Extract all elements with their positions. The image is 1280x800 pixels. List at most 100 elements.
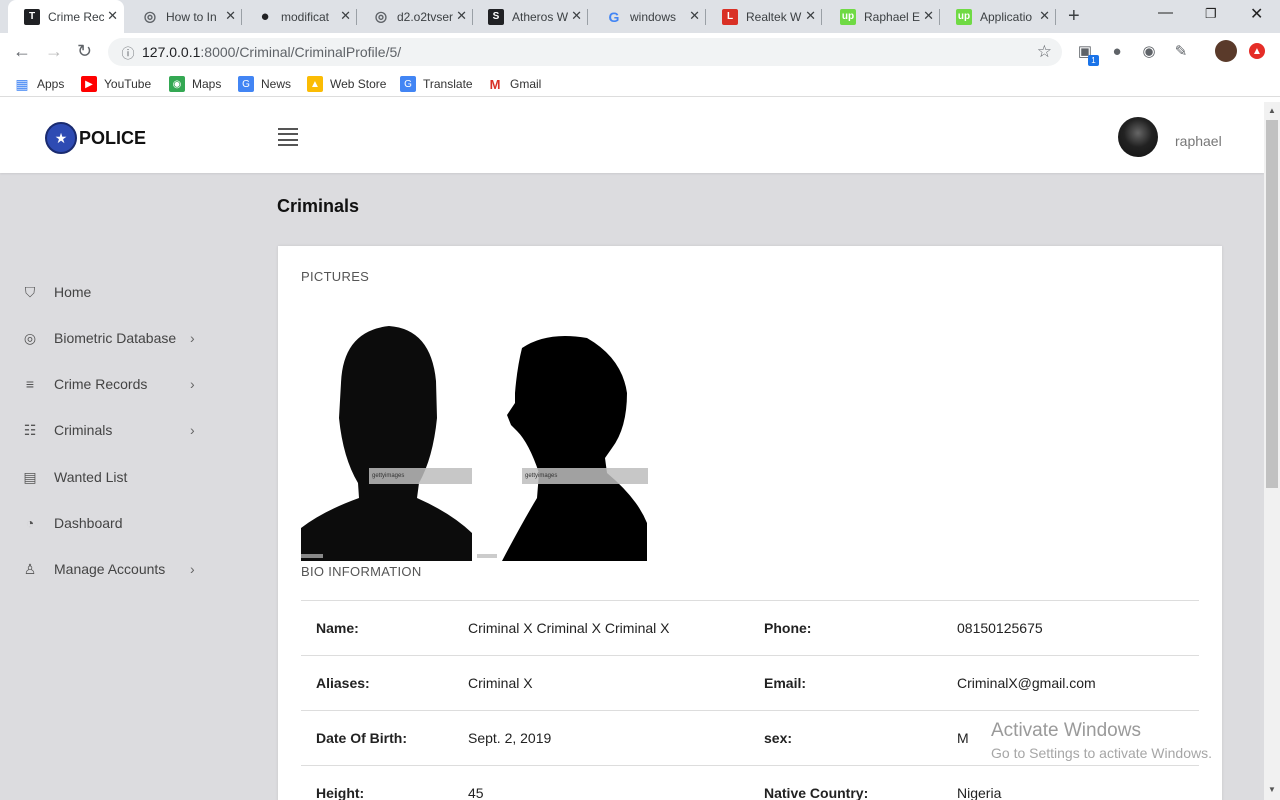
bike-extension-icon[interactable]: ● [1108,42,1126,60]
profile-avatar-icon[interactable] [1215,40,1237,62]
github-icon: ● [260,8,270,25]
sidebar-item-criminals[interactable]: ☷ Criminals › [22,422,222,439]
url-text: 127.0.0.1:8000/Criminal/CriminalProfile/… [142,44,402,60]
sidebar-item-home[interactable]: ⛉ Home [22,284,222,301]
tab-separator [821,9,822,25]
bio-label: Height: [316,785,365,800]
globe-icon: ◎ [374,8,388,24]
browser-tab[interactable]: up Applicatio ✕ [940,0,1056,33]
close-tab-icon[interactable]: ✕ [571,8,582,24]
forward-button[interactable]: → [45,41,63,62]
address-bar[interactable]: ⓘ 127.0.0.1:8000/Criminal/CriminalProfil… [108,38,1062,66]
tab-title: How to In [166,9,217,24]
tab-strip: T Crime Rec ✕ ◎ How to In ✕ ● modificat ✕ ◎ d2.o2t… [0,0,1280,33]
sidebar-item-wanted-list[interactable]: ▤ Wanted List [22,468,222,486]
adblock-extension-icon[interactable]: ▲ [1249,43,1265,59]
reload-button[interactable]: ↻ [77,41,92,62]
tab-title: Atheros W [512,9,568,24]
restore-button[interactable]: ❐ [1205,6,1217,22]
bookmark-youtube[interactable]: ▶ YouTube [81,76,151,92]
new-tab-button[interactable]: + [1068,5,1080,28]
chevron-right-icon: › [190,422,195,438]
globe-icon: ◎ [143,8,157,24]
bookmark-gmail[interactable]: M Gmail [487,76,542,92]
sidebar-item-manage-accounts[interactable]: ♙ Manage Accounts › [22,560,222,578]
bookmark-web-store[interactable]: ▲ Web Store [307,76,386,92]
translate-icon: G [400,76,416,92]
username-label[interactable]: raphael [1175,133,1222,149]
back-button[interactable]: ← [13,41,31,62]
clipboard-icon: ▤ [23,468,37,485]
chevron-right-icon: › [190,330,195,346]
web-store-icon: ▲ [307,76,323,92]
scroll-down-icon[interactable]: ▼ [1268,785,1276,794]
bulb-extension-icon[interactable]: ◉ [1140,42,1158,60]
close-tab-icon[interactable]: ✕ [805,8,816,24]
close-tab-icon[interactable]: ✕ [923,8,934,24]
bio-value: Criminal X Criminal X Criminal X [468,620,670,636]
close-window-button[interactable]: ✕ [1250,4,1263,24]
bio-label: Email: [764,675,807,691]
menu-toggle-icon[interactable] [278,128,298,146]
bookmark-news[interactable]: G News [238,76,291,92]
bio-label: sex: [764,730,793,746]
sidebar-item-label: Dashboard [54,515,123,531]
sidebar-item-crime-records[interactable]: ≡ Crime Records › [22,376,222,392]
tab-title: Applicatio [980,9,1033,24]
bookmark-maps[interactable]: ◉ Maps [169,76,221,92]
gmail-icon: M [489,76,501,92]
bio-label: Aliases: [316,675,370,691]
app-header: ★ POLICE raphael [0,102,1264,173]
bookmark-translate[interactable]: G Translate [400,76,473,92]
bio-value: Nigeria [957,785,1002,800]
news-icon: G [238,76,254,92]
close-tab-icon[interactable]: ✕ [456,8,467,24]
page-scrollbar[interactable]: ▲ ▼ [1264,102,1280,800]
user-avatar[interactable] [1118,117,1158,157]
l-favicon-icon: L [722,8,738,25]
sidebar-item-label: Crime Records [54,376,148,392]
browser-tab[interactable]: ◎ d2.o2tvser ✕ [357,0,473,33]
brand-logo[interactable]: ★ POLICE [45,122,146,154]
tab-separator [1055,9,1056,25]
bio-row: Name: Criminal X Criminal X Criminal X Pho… [301,601,1199,656]
close-tab-icon[interactable]: ✕ [225,8,236,24]
getty-watermark: gettyimages [525,473,557,479]
close-tab-icon[interactable]: ✕ [107,8,118,24]
bio-table: Name: Criminal X Criminal X Criminal X Pho… [301,600,1199,800]
close-tab-icon[interactable]: ✕ [340,8,351,24]
browser-tab[interactable]: ◎ How to In ✕ [126,0,242,33]
profile-card: PICTURES gettyimages gettyimages BIO INF… [278,246,1222,800]
bio-value: 45 [468,785,484,800]
page-viewport: ★ POLICE raphael ⛉ Home ◎ Biometric Databas… [0,102,1264,800]
sidebar-item-biometric-database[interactable]: ◎ Biometric Database › [22,330,222,347]
scroll-thumb[interactable] [1266,120,1278,488]
upwork-icon: up [840,8,856,25]
browser-tab[interactable]: Gwindows ✕ [590,0,706,33]
tab-title: windows [630,9,677,24]
browser-tab[interactable]: up Raphael E ✕ [824,0,940,33]
criminal-profile-photo: gettyimages [477,323,648,561]
bookmark-star-icon[interactable]: ☆ [1037,42,1052,62]
browser-tab[interactable]: L Realtek W ✕ [706,0,822,33]
sidebar-item-dashboard[interactable]: ◔ Dashboard [22,515,222,531]
minimize-button[interactable]: — [1158,4,1173,21]
chevron-right-icon: › [190,561,195,577]
close-tab-icon[interactable]: ✕ [689,8,700,24]
info-icon[interactable]: ⓘ [114,43,142,62]
sidebar-item-label: Manage Accounts [54,561,166,577]
browser-tab[interactable]: ● modificat ✕ [241,0,357,33]
tab-separator [587,9,588,25]
activate-windows-subtitle: Go to Settings to activate Windows. [991,745,1212,761]
sidebar-item-label: Biometric Database [54,330,177,346]
close-tab-icon[interactable]: ✕ [1039,8,1050,24]
tab-title: Realtek W [746,9,802,24]
browser-tab[interactable]: T Crime Rec ✕ [8,0,124,33]
edit-extension-icon[interactable]: ✎ [1172,42,1190,60]
browser-tab[interactable]: S Atheros W ✕ [472,0,588,33]
user-icon: ♙ [23,560,37,577]
s-favicon-icon: S [488,8,504,25]
bookmark-apps[interactable]: ▦ Apps [14,76,64,92]
scroll-up-icon[interactable]: ▲ [1268,106,1276,115]
bio-value: M [957,730,969,746]
